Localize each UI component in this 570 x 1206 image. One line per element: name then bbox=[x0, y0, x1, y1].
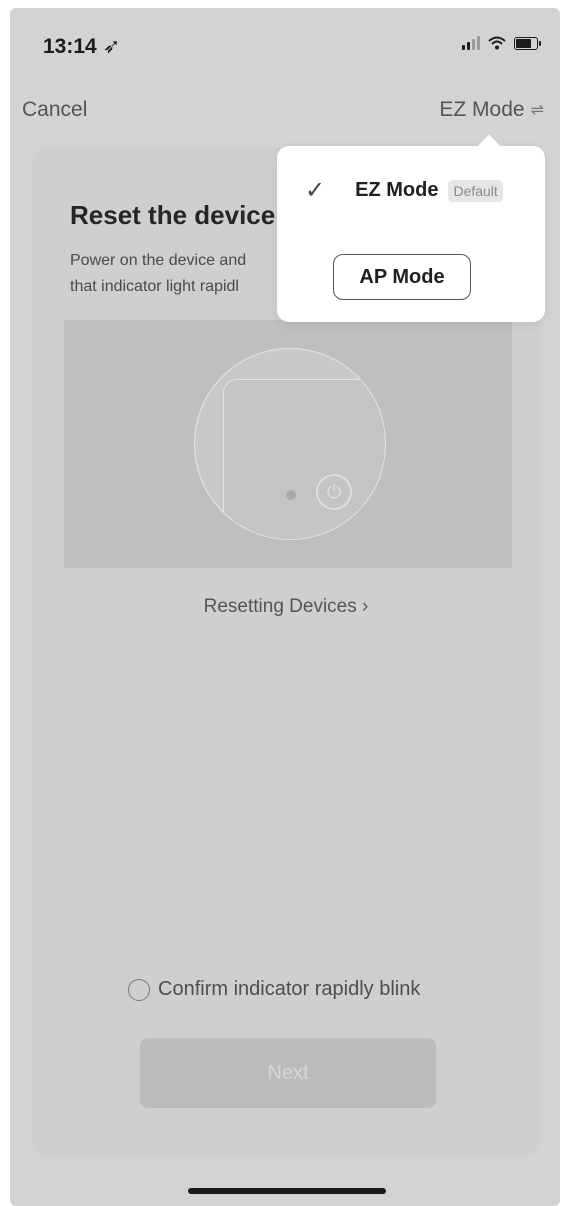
indicator-light bbox=[286, 490, 296, 500]
popup-arrow bbox=[477, 134, 501, 158]
ez-mode-option[interactable]: ✓ EZ Mode Default bbox=[305, 176, 503, 205]
cancel-button[interactable]: Cancel bbox=[22, 98, 87, 122]
signal-icon bbox=[462, 36, 480, 50]
next-button[interactable]: Next bbox=[140, 1038, 436, 1108]
mode-label: EZ Mode bbox=[439, 98, 525, 121]
swap-icon: ⇌ bbox=[530, 102, 544, 119]
status-time: 13:14 ➶ bbox=[43, 34, 120, 59]
check-icon: ✓ bbox=[305, 177, 326, 204]
home-indicator[interactable] bbox=[188, 1188, 386, 1194]
phone-screen: 13:14 ➶ Cancel EZ Mode ⇌ Reset the device… bbox=[10, 8, 560, 1206]
location-arrow-icon: ➶ bbox=[102, 35, 121, 58]
confirm-label: Confirm indicator rapidly blink bbox=[158, 978, 421, 1000]
default-badge: Default bbox=[448, 179, 503, 202]
ez-mode-label: EZ Mode bbox=[355, 179, 439, 201]
device-illustration: ⏻ bbox=[64, 320, 512, 568]
power-icon: ⏻ bbox=[316, 474, 352, 510]
zoom-circle: ⏻ bbox=[194, 348, 386, 540]
confirm-blink-checkbox[interactable]: Confirm indicator rapidly blink bbox=[128, 978, 420, 1001]
page-title: Reset the device bbox=[70, 200, 276, 230]
device-body: ⏻ bbox=[223, 379, 385, 539]
radio-circle-icon[interactable] bbox=[128, 978, 150, 1001]
clock: 13:14 bbox=[43, 35, 97, 58]
status-icons bbox=[462, 36, 541, 50]
battery-icon bbox=[514, 36, 541, 50]
wifi-icon bbox=[488, 36, 506, 50]
ap-mode-button[interactable]: AP Mode bbox=[333, 254, 471, 300]
mode-switch-button[interactable]: EZ Mode ⇌ bbox=[439, 98, 544, 122]
resetting-devices-link[interactable]: Resetting Devices › bbox=[32, 596, 540, 618]
mode-popup: ✓ EZ Mode Default AP Mode bbox=[277, 134, 545, 322]
